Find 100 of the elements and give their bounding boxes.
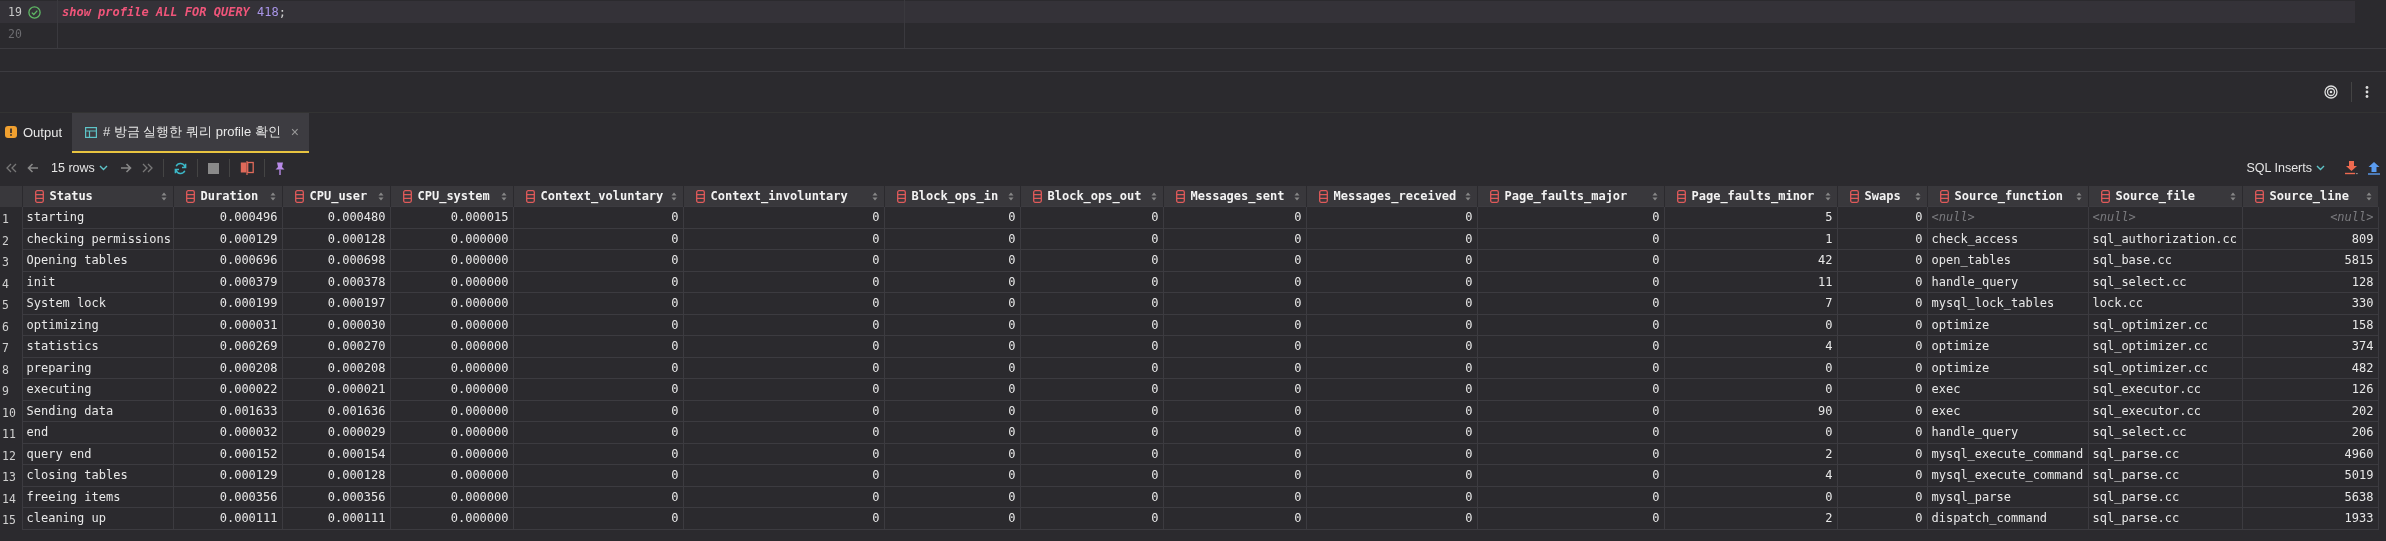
table-cell: 0 <box>1163 464 1306 486</box>
table-cell: sql_parse.cc <box>2088 464 2242 486</box>
sort-icon[interactable] <box>1007 191 1014 201</box>
table-cell: sql_parse.cc <box>2088 507 2242 529</box>
column-header[interactable]: CPU_system <box>390 186 513 207</box>
table-cell: 0 <box>1020 443 1163 465</box>
table-cell: 0 <box>1837 228 1927 250</box>
table-cell: 374 <box>2242 335 2378 357</box>
table-cell: 0 <box>1020 486 1163 508</box>
pin-icon[interactable] <box>274 161 285 175</box>
result-tab[interactable]: # 방금 실행한 쿼리 profile 확인 × <box>72 113 309 153</box>
table-cell: 0 <box>884 464 1020 486</box>
table-cell: 0 <box>1477 292 1664 314</box>
table-cell: 0.000030 <box>282 314 390 336</box>
sort-icon[interactable] <box>377 191 384 201</box>
column-header[interactable]: CPU_user <box>282 186 390 207</box>
export-format-dropdown[interactable]: SQL Inserts <box>2244 161 2327 175</box>
table-cell: 0 <box>1664 421 1837 443</box>
column-header[interactable]: Source_file <box>2088 186 2242 207</box>
table-cell: optimize <box>1927 335 2088 357</box>
table-cell: 0 <box>1163 507 1306 529</box>
last-page-icon[interactable] <box>141 163 153 173</box>
table-cell: 0 <box>1020 335 1163 357</box>
download-icon[interactable] <box>2345 161 2358 175</box>
compare-icon[interactable] <box>239 161 254 175</box>
table-cell: 0 <box>1163 271 1306 293</box>
table-cell: 126 <box>2242 378 2378 400</box>
sort-icon[interactable] <box>1651 191 1658 201</box>
table-cell: 0 <box>884 357 1020 379</box>
table-cell: statistics <box>22 335 173 357</box>
table-cell: 0 <box>1306 206 1477 228</box>
sort-icon[interactable] <box>2365 191 2372 201</box>
more-icon[interactable] <box>2365 86 2369 98</box>
table-cell: 0 <box>1306 486 1477 508</box>
row-number: 7 <box>0 335 22 357</box>
column-header[interactable]: Source_line <box>2242 186 2378 207</box>
table-cell: 0.000029 <box>282 421 390 443</box>
table-cell: 0 <box>884 271 1020 293</box>
sort-icon[interactable] <box>1293 191 1300 201</box>
caret-icon[interactable] <box>98 165 108 171</box>
table-cell: 11 <box>1664 271 1837 293</box>
table-cell: 0 <box>513 464 683 486</box>
close-icon[interactable]: × <box>290 124 299 140</box>
table-cell: query end <box>22 443 173 465</box>
table-cell: 2 <box>1664 443 1837 465</box>
column-header[interactable]: Status <box>22 186 173 207</box>
refresh-icon[interactable] <box>173 161 187 175</box>
column-header[interactable]: Context_voluntary <box>513 186 683 207</box>
column-header[interactable]: Source_function <box>1927 186 2088 207</box>
row-count-dropdown[interactable]: 15 rows <box>49 161 110 175</box>
column-header[interactable]: Context_involuntary <box>683 186 884 207</box>
table-cell: init <box>22 271 173 293</box>
table-cell: 0 <box>1306 378 1477 400</box>
result-tab[interactable]: Output <box>0 113 69 153</box>
table-cell: 0 <box>683 507 884 529</box>
previous-icon[interactable] <box>27 163 39 173</box>
table-cell: end <box>22 421 173 443</box>
table-cell: <null> <box>1927 206 2088 228</box>
sort-icon[interactable] <box>269 191 276 201</box>
code-line: show profile ALL FOR QUERY 418; <box>61 5 286 19</box>
first-page-icon[interactable] <box>6 163 17 173</box>
column-header[interactable]: Messages_sent <box>1163 186 1306 207</box>
table-cell: sql_executor.cc <box>2088 400 2242 422</box>
table-cell: sql_optimizer.cc <box>2088 314 2242 336</box>
upload-icon[interactable] <box>2368 161 2380 175</box>
column-header[interactable]: Messages_received <box>1306 186 1477 207</box>
sort-icon[interactable] <box>2075 191 2082 201</box>
table-cell: 0 <box>1306 464 1477 486</box>
sort-icon[interactable] <box>1150 191 1157 201</box>
column-header[interactable]: Duration <box>173 186 282 207</box>
table-cell: 0.000000 <box>390 486 513 508</box>
column-header[interactable]: Page_faults_minor <box>1664 186 1837 207</box>
caret-icon[interactable] <box>2316 165 2325 171</box>
table-cell: 0 <box>513 421 683 443</box>
row-number: 8 <box>0 357 22 379</box>
sort-icon[interactable] <box>500 191 507 201</box>
sort-icon[interactable] <box>160 191 167 201</box>
sort-icon[interactable] <box>1464 191 1471 201</box>
column-header[interactable]: Page_faults_major <box>1477 186 1664 207</box>
table-cell: 0 <box>1837 486 1927 508</box>
table-cell: 0 <box>1477 486 1664 508</box>
table-cell: 5 <box>1664 206 1837 228</box>
column-header[interactable]: Block_ops_out <box>1020 186 1163 207</box>
table-cell: 0.000496 <box>173 206 282 228</box>
column-header[interactable]: Block_ops_in <box>884 186 1020 207</box>
sort-icon[interactable] <box>871 191 878 201</box>
next-icon[interactable] <box>119 163 132 173</box>
table-cell: 0.000000 <box>390 292 513 314</box>
sort-icon[interactable] <box>670 191 677 201</box>
table-cell: 5815 <box>2242 249 2378 271</box>
column-header[interactable]: Swaps <box>1837 186 1927 207</box>
sort-icon[interactable] <box>1824 191 1831 201</box>
table-cell: 0 <box>1477 464 1664 486</box>
sort-icon[interactable] <box>2229 191 2236 201</box>
target-icon[interactable] <box>2324 85 2338 99</box>
table-cell: 0 <box>1664 314 1837 336</box>
table-cell: 0 <box>884 335 1020 357</box>
stop-icon[interactable] <box>207 162 219 174</box>
sort-icon[interactable] <box>1914 191 1921 201</box>
table-cell: Sending data <box>22 400 173 422</box>
